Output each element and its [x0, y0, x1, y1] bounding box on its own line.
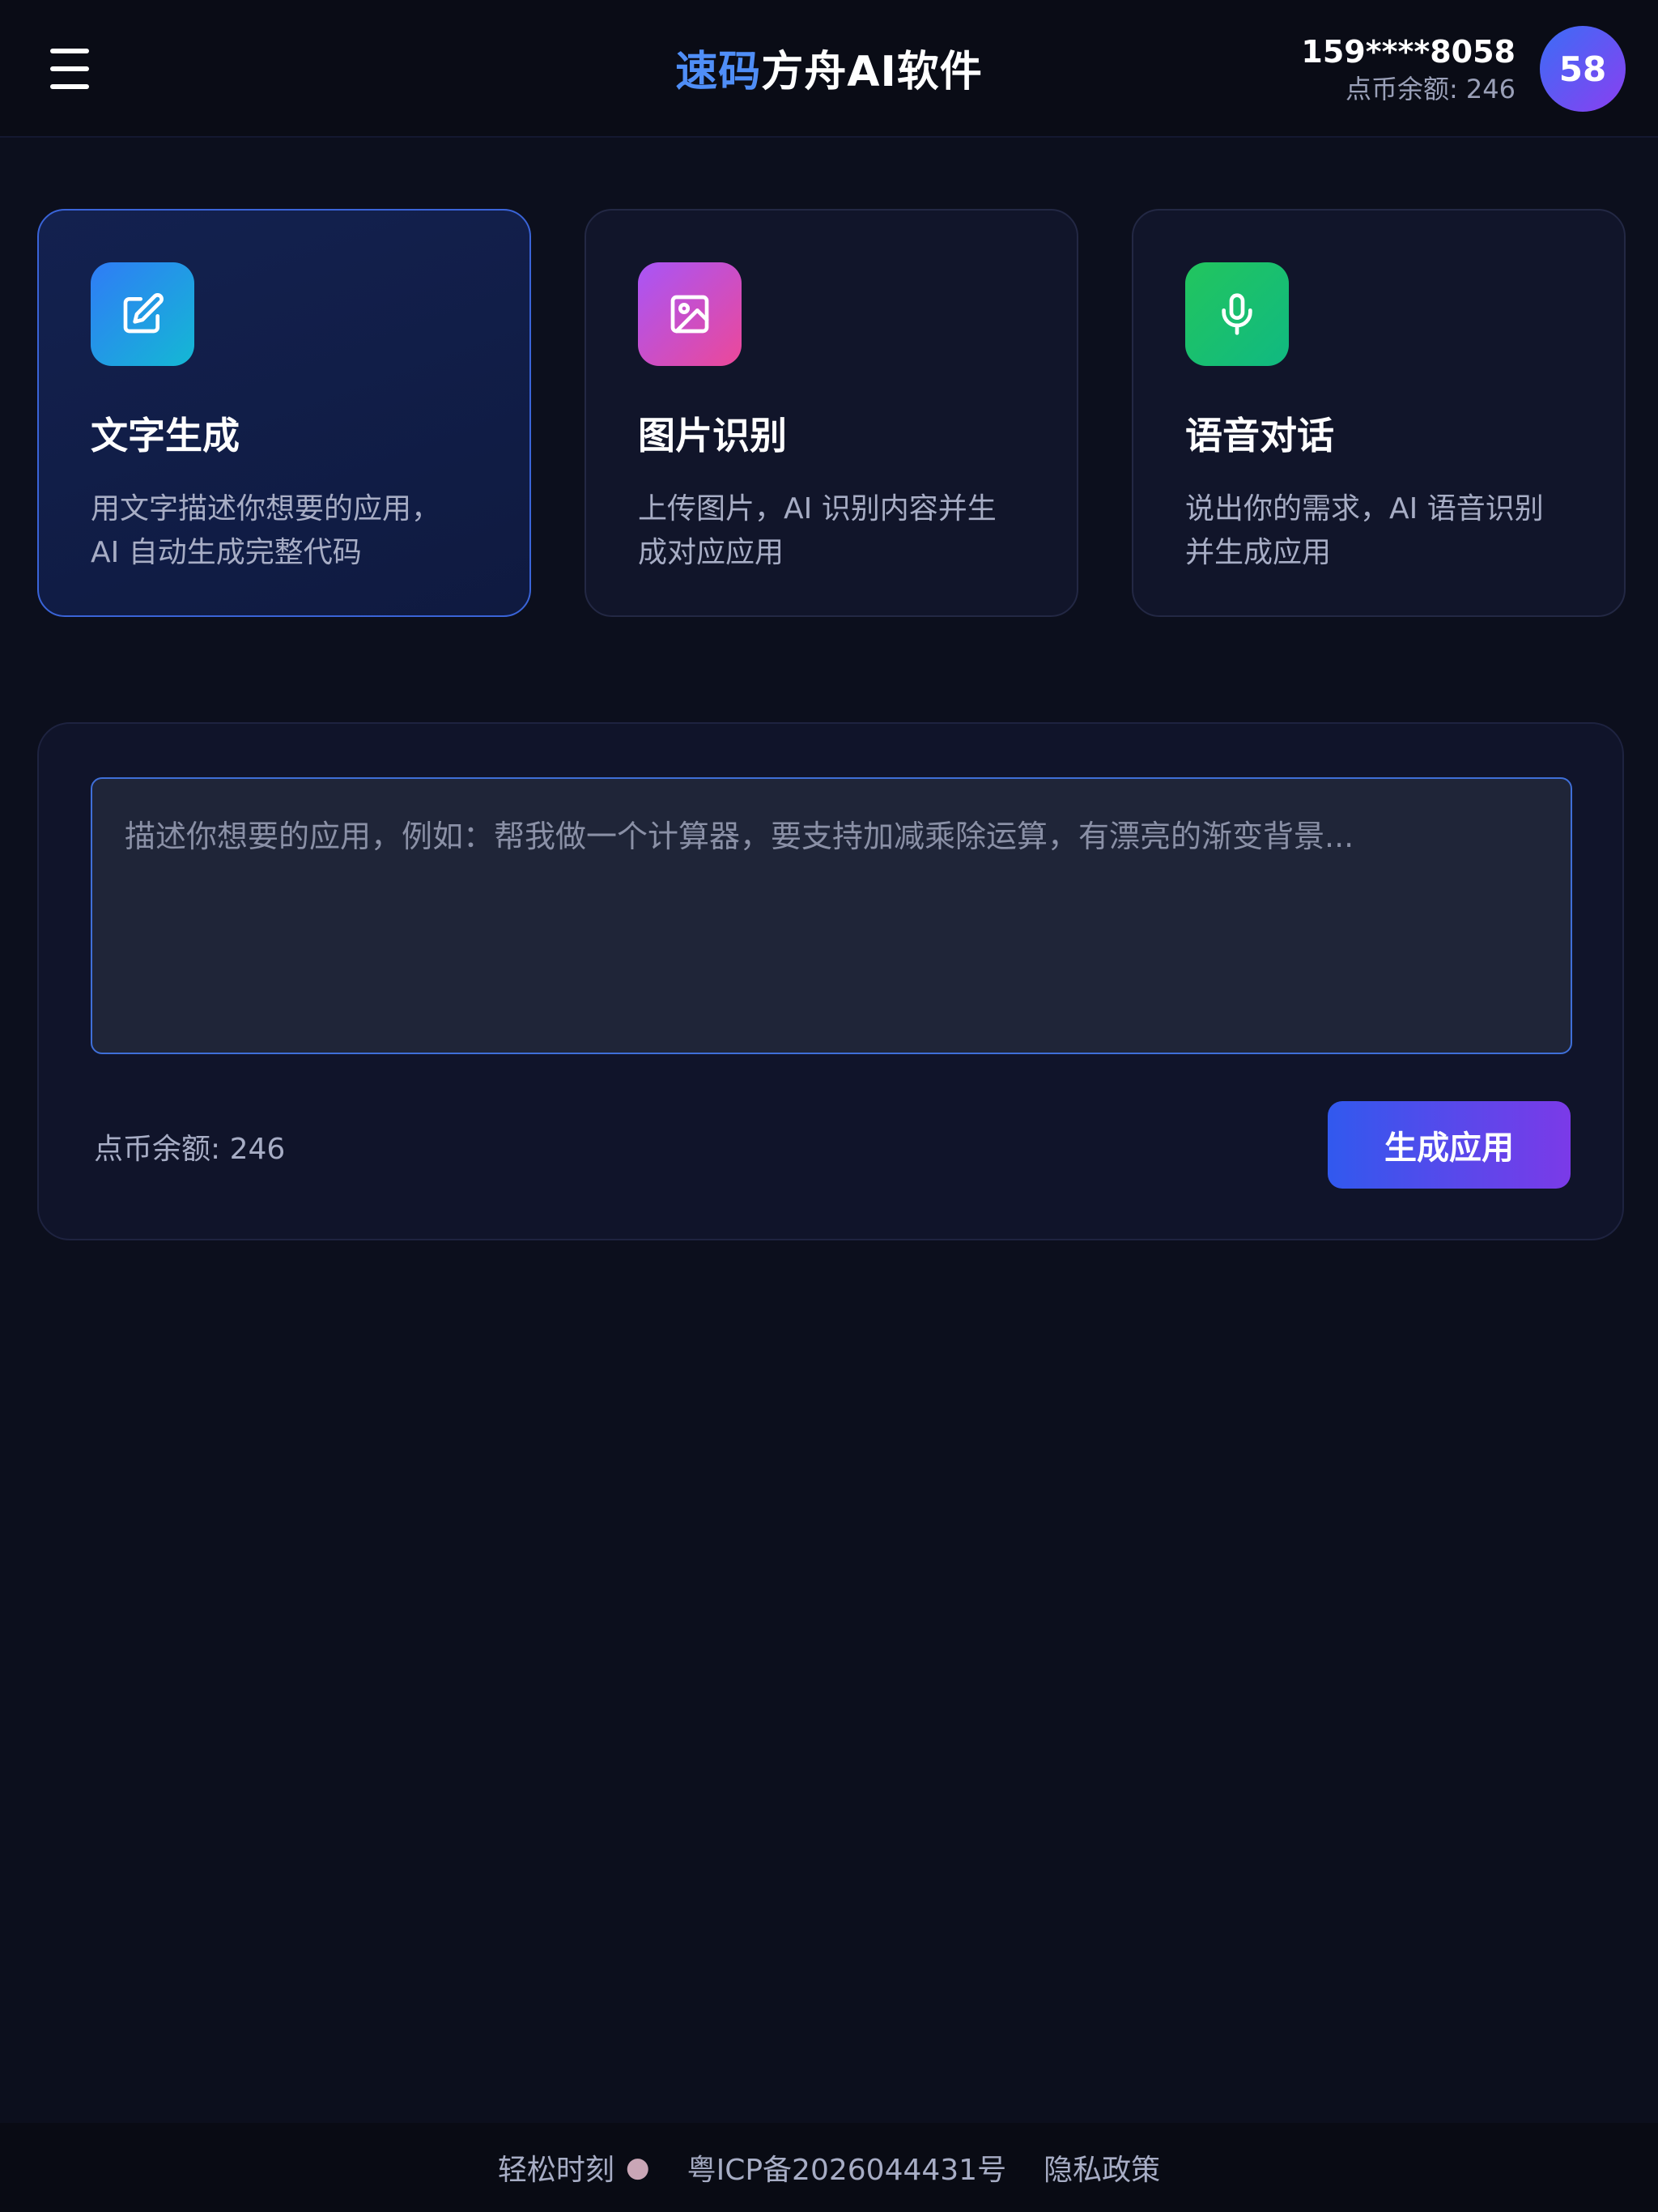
- mode-card-title: 图片识别: [638, 414, 787, 457]
- cake-icon: ●: [625, 2151, 650, 2184]
- user-phone: 159****8058: [1301, 34, 1516, 70]
- mode-card-desc-line: AI 自动生成完整代码: [91, 536, 362, 569]
- app-title-accent: 速码: [675, 48, 762, 96]
- prompt-textarea[interactable]: 描述你想要的应用，例如：帮我做一个计算器，要支持加减乘除运算，有漂亮的渐变背景.…: [91, 777, 1572, 1054]
- mode-card-title: 文字生成: [91, 414, 240, 457]
- icp-link[interactable]: 粤ICP备2026044431号: [687, 2146, 1007, 2189]
- prompt-placeholder: 描述你想要的应用，例如：帮我做一个计算器，要支持加减乘除运算，有漂亮的渐变背景.…: [125, 819, 1354, 854]
- microphone-icon: [1185, 262, 1289, 366]
- mode-card-title: 语音对话: [1185, 414, 1334, 457]
- mode-card-desc-line: 说出你的需求，AI 语音识别: [1185, 492, 1544, 525]
- mode-card-desc-line: 用文字描述你想要的应用，: [91, 492, 441, 525]
- privacy-link[interactable]: 隐私政策: [1044, 2146, 1160, 2189]
- app-title-main: 方舟AI软件: [761, 48, 983, 96]
- prompt-panel: 描述你想要的应用，例如：帮我做一个计算器，要支持加减乘除运算，有漂亮的渐变背景.…: [37, 722, 1624, 1240]
- mode-card-image[interactable]: 图片识别 上传图片，AI 识别内容并生 成对应应用: [585, 209, 1078, 617]
- footer-slogan-text: 轻松时刻: [497, 2154, 614, 2187]
- mode-card-desc: 用文字描述你想要的应用， AI 自动生成完整代码: [91, 487, 478, 575]
- mode-card-desc-line: 上传图片，AI 识别内容并生: [638, 492, 997, 525]
- mode-card-desc-line: 成对应应用: [638, 536, 784, 569]
- mode-card-desc-line: 并生成应用: [1185, 536, 1332, 569]
- avatar[interactable]: 58: [1540, 26, 1626, 112]
- mode-card-text[interactable]: 文字生成 用文字描述你想要的应用， AI 自动生成完整代码: [37, 209, 531, 617]
- user-info[interactable]: 159****8058 点币余额: 246: [1301, 32, 1516, 107]
- footer: 轻松时刻 ● 粤ICP备2026044431号 隐私政策: [0, 2123, 1658, 2212]
- edit-icon: [91, 262, 194, 366]
- panel-balance: 点币余额: 246: [94, 1133, 286, 1166]
- mode-card-desc: 说出你的需求，AI 语音识别 并生成应用: [1185, 487, 1572, 575]
- mode-card-voice[interactable]: 语音对话 说出你的需求，AI 语音识别 并生成应用: [1132, 209, 1626, 617]
- image-icon: [638, 262, 742, 366]
- footer-slogan: 轻松时刻 ●: [498, 2146, 650, 2189]
- top-bar: 速码方舟AI软件 159****8058 点币余额: 246 58: [0, 0, 1658, 138]
- header-balance: 点币余额: 246: [1345, 74, 1516, 104]
- mode-card-desc: 上传图片，AI 识别内容并生 成对应应用: [638, 487, 1025, 575]
- generate-button[interactable]: 生成应用: [1328, 1101, 1571, 1189]
